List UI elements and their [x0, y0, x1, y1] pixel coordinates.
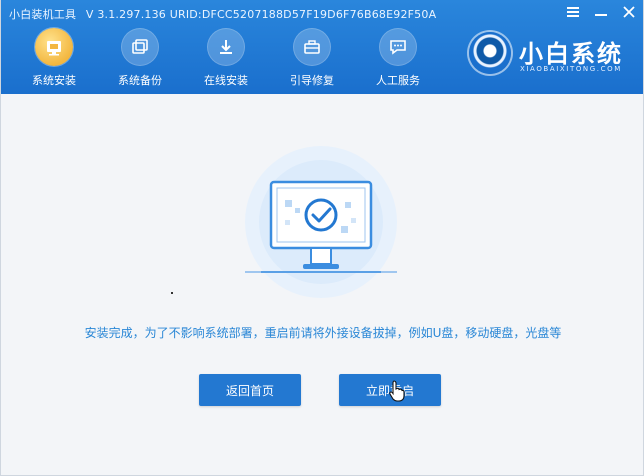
nav-label-system-backup: 系统备份: [118, 74, 162, 87]
nav-item-boot-repair[interactable]: 引导修复: [269, 28, 355, 90]
return-home-button[interactable]: 返回首页: [199, 374, 301, 406]
nav-label-online-install: 在线安装: [204, 74, 248, 87]
stray-dot: [171, 292, 173, 294]
app-title: 小白装机工具: [9, 8, 77, 21]
minimize-button[interactable]: [593, 4, 609, 20]
main-nav: 系统安装 系统备份 在线安装 引导修复 人工服务: [11, 28, 441, 90]
nav-item-online-install[interactable]: 在线安装: [183, 28, 269, 90]
header-bar: 小白装机工具 V 3.1.297.136 URID:DFCC5207188D57…: [1, 0, 643, 94]
close-button[interactable]: [621, 4, 637, 20]
nav-item-system-backup[interactable]: 系统备份: [97, 28, 183, 90]
monitor-check-icon: [245, 146, 397, 298]
toolbox-icon: [293, 28, 331, 66]
nav-item-system-install[interactable]: 系统安装: [11, 28, 97, 90]
backup-icon: [121, 28, 159, 66]
app-urid: URID:DFCC5207188D57F19D6F76B68E92F50A: [169, 8, 437, 21]
system-install-icon: [35, 28, 73, 66]
brand-logo: [469, 32, 511, 74]
minimize-icon: [595, 14, 607, 16]
menu-button[interactable]: [565, 4, 581, 20]
brand-name: 小白系统: [519, 40, 623, 68]
chat-icon: [379, 28, 417, 66]
close-icon: [623, 6, 635, 18]
download-icon: [207, 28, 245, 66]
brand: 小白系统 XIAOBAIXITONG.COM: [469, 30, 639, 80]
install-complete-message: 安装完成，为了不影响系统部署，重启前请将外接设备拔掉，例如U盘，移动硬盘，光盘等: [84, 326, 562, 340]
app-window: 小白装机工具 V 3.1.297.136 URID:DFCC5207188D57…: [0, 0, 644, 476]
title-bar: 小白装机工具 V 3.1.297.136 URID:DFCC5207188D57…: [9, 6, 436, 22]
nav-label-boot-repair: 引导修复: [290, 74, 334, 87]
nav-label-manual-service: 人工服务: [376, 74, 420, 87]
window-controls: [565, 4, 637, 20]
menu-icon: [567, 7, 579, 17]
brand-subtitle: XIAOBAIXITONG.COM: [520, 65, 622, 73]
nav-label-system-install: 系统安装: [32, 74, 76, 87]
app-version: V 3.1.297.136: [85, 8, 167, 21]
nav-item-manual-service[interactable]: 人工服务: [355, 28, 441, 90]
hand-cursor-icon: [389, 380, 405, 402]
main-content: 安装完成，为了不影响系统部署，重启前请将外接设备拔掉，例如U盘，移动硬盘，光盘等…: [1, 94, 643, 475]
